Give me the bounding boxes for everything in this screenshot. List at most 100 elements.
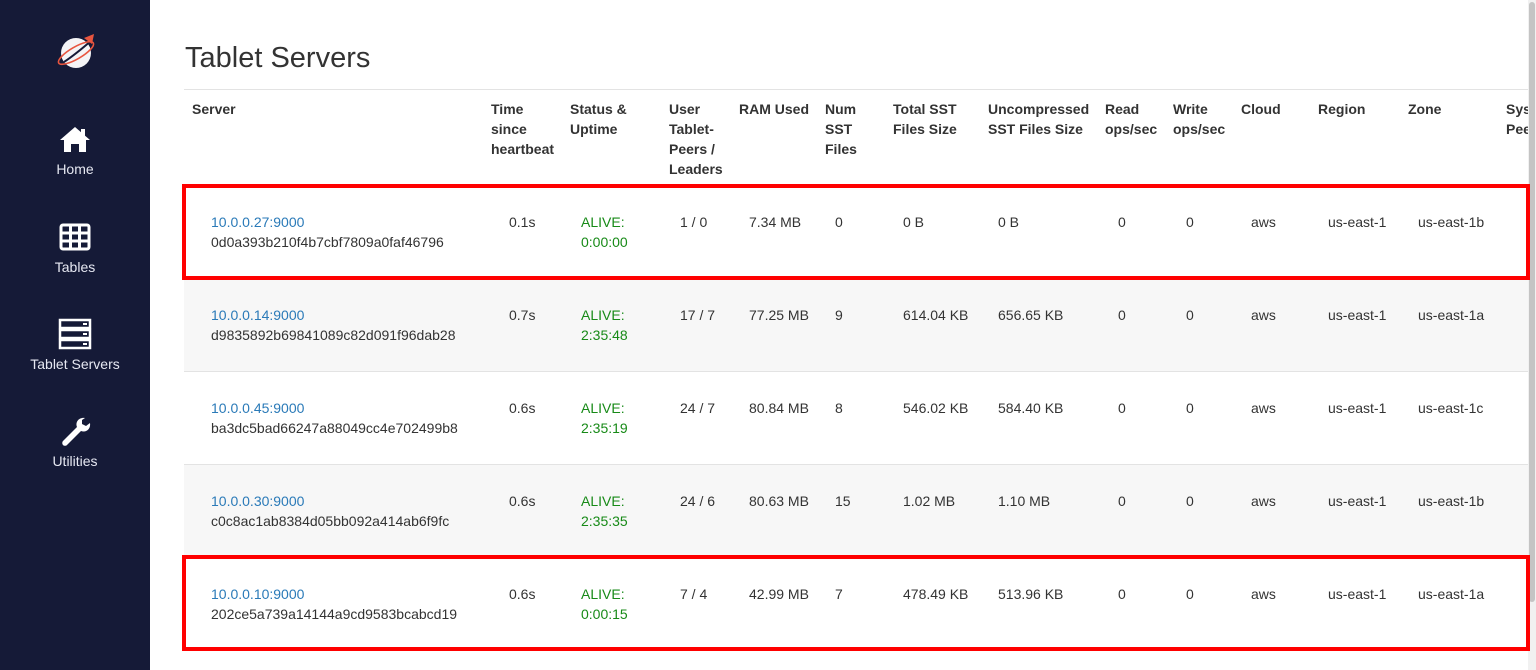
status-label: ALIVE: [581,214,625,230]
cell-user-peers: 24 / 7 [661,371,731,465]
table-row: 10.0.0.10:9000 202ce5a739a14144a9cd9583bc… [184,557,1536,651]
server-uuid: 202ce5a739a14144a9cd9583bcabcd19 [211,606,458,622]
cell-write-ops: 0 [1165,371,1233,465]
col-header-cloud[interactable]: Cloud [1233,89,1310,186]
cell-uncompressed-sst: 656.65 KB [980,278,1097,372]
cell-cloud: aws [1233,371,1310,465]
tablet-servers-table: Server Time since heartbeat Status & Upt… [184,89,1536,651]
cell-status: ALIVE: 0:00:15 [562,557,661,651]
cell-cloud: aws [1233,185,1310,279]
col-header-region[interactable]: Region [1310,89,1400,186]
cell-zone: us-east-1a [1400,557,1498,651]
cell-region: us-east-1 [1310,278,1400,372]
vertical-scrollbar[interactable] [1528,0,1536,670]
cell-user-peers: 7 / 4 [661,557,731,651]
cell-heartbeat: 0.6s [483,371,562,465]
col-header-user-peers[interactable]: User Tablet-Peers / Leaders [661,89,731,186]
cell-user-peers: 17 / 7 [661,278,731,372]
cell-num-sst: 9 [817,278,885,372]
cell-read-ops: 0 [1097,557,1165,651]
uptime-value: 2:35:19 [581,420,628,436]
cell-read-ops: 0 [1097,278,1165,372]
server-uuid: 0d0a393b210f4b7cbf7809a0faf46796 [211,234,444,250]
cell-ram: 77.25 MB [731,278,817,372]
cell-ram: 7.34 MB [731,185,817,279]
col-header-server[interactable]: Server [184,89,483,186]
cell-ram: 42.99 MB [731,557,817,651]
col-header-write-ops[interactable]: Write ops/sec [1165,89,1233,186]
table-row: 10.0.0.14:9000 d9835892b69841089c82d091f9… [184,278,1536,372]
server-address-link[interactable]: 10.0.0.14:9000 [211,305,475,325]
sidebar-item-label: Utilities [52,453,98,469]
cell-server: 10.0.0.30:9000 c0c8ac1ab8384d05bb092a414a… [184,464,483,558]
sidebar: Home Tables Tablet Servers Utilities [0,0,150,670]
cell-total-sst: 546.02 KB [885,371,980,465]
cell-read-ops: 0 [1097,371,1165,465]
col-header-read-ops[interactable]: Read ops/sec [1097,89,1165,186]
cell-zone: us-east-1a [1400,278,1498,372]
cell-ram: 80.84 MB [731,371,817,465]
cell-region: us-east-1 [1310,464,1400,558]
cell-user-peers: 24 / 6 [661,464,731,558]
cell-zone: us-east-1b [1400,464,1498,558]
sidebar-item-label: Tablet Servers [30,356,120,372]
server-uuid: c0c8ac1ab8384d05bb092a414ab6f9fc [211,513,450,529]
cell-server: 10.0.0.27:9000 0d0a393b210f4b7cbf7809a0fa… [184,185,483,279]
col-header-zone[interactable]: Zone [1400,89,1498,186]
sidebar-item-tables[interactable]: Tables [0,221,150,275]
table-row: 10.0.0.27:9000 0d0a393b210f4b7cbf7809a0fa… [184,185,1536,279]
status-label: ALIVE: [581,307,625,323]
cell-read-ops: 0 [1097,185,1165,279]
cell-cloud: aws [1233,278,1310,372]
wrench-icon [57,415,93,447]
server-stack-icon [57,318,93,350]
cell-heartbeat: 0.7s [483,278,562,372]
server-address-link[interactable]: 10.0.0.27:9000 [211,212,475,232]
server-uuid: d9835892b69841089c82d091f96dab28 [211,327,456,343]
cell-zone: us-east-1c [1400,371,1498,465]
col-header-total-sst[interactable]: Total SST Files Size [885,89,980,186]
sidebar-item-tablet-servers[interactable]: Tablet Servers [0,318,150,372]
col-header-heartbeat[interactable]: Time since heartbeat [483,89,562,186]
cell-write-ops: 0 [1165,185,1233,279]
col-header-ram[interactable]: RAM Used [731,89,817,186]
cell-uncompressed-sst: 513.96 KB [980,557,1097,651]
server-address-link[interactable]: 10.0.0.45:9000 [211,398,475,418]
server-address-link[interactable]: 10.0.0.10:9000 [211,584,475,604]
cell-ram: 80.63 MB [731,464,817,558]
server-address-link[interactable]: 10.0.0.30:9000 [211,491,475,511]
cell-status: ALIVE: 2:35:19 [562,371,661,465]
cell-num-sst: 15 [817,464,885,558]
cell-cloud: aws [1233,557,1310,651]
sidebar-item-label: Tables [54,259,96,275]
sidebar-item-label: Home [56,161,94,177]
uptime-value: 0:00:00 [581,234,628,250]
cell-region: us-east-1 [1310,371,1400,465]
cell-uncompressed-sst: 1.10 MB [980,464,1097,558]
cell-write-ops: 0 [1165,557,1233,651]
col-header-num-sst[interactable]: Num SST Files [817,89,885,186]
cell-server: 10.0.0.10:9000 202ce5a739a14144a9cd9583bc… [184,557,483,651]
uptime-value: 2:35:48 [581,327,628,343]
cell-uncompressed-sst: 0 B [980,185,1097,279]
uptime-value: 0:00:15 [581,606,628,622]
tablet-servers-table-container[interactable]: Server Time since heartbeat Status & Upt… [184,89,1536,651]
cell-total-sst: 614.04 KB [885,278,980,372]
cell-status: ALIVE: 2:35:35 [562,464,661,558]
cell-num-sst: 0 [817,185,885,279]
scrollbar-thumb[interactable] [1529,2,1535,602]
main-content: Tablet Servers Server Time since heartbe… [150,0,1536,670]
uptime-value: 2:35:35 [581,513,628,529]
app-logo[interactable] [54,32,98,72]
cell-write-ops: 0 [1165,278,1233,372]
col-header-uncompressed-sst[interactable]: Uncompressed SST Files Size [980,89,1097,186]
cell-server: 10.0.0.14:9000 d9835892b69841089c82d091f9… [184,278,483,372]
col-header-status[interactable]: Status & Uptime [562,89,661,186]
cell-cloud: aws [1233,464,1310,558]
sidebar-item-utilities[interactable]: Utilities [0,415,150,469]
table-header-row: Server Time since heartbeat Status & Upt… [184,89,1536,186]
sidebar-item-home[interactable]: Home [0,123,150,177]
cell-total-sst: 0 B [885,185,980,279]
cell-uncompressed-sst: 584.40 KB [980,371,1097,465]
status-label: ALIVE: [581,400,625,416]
